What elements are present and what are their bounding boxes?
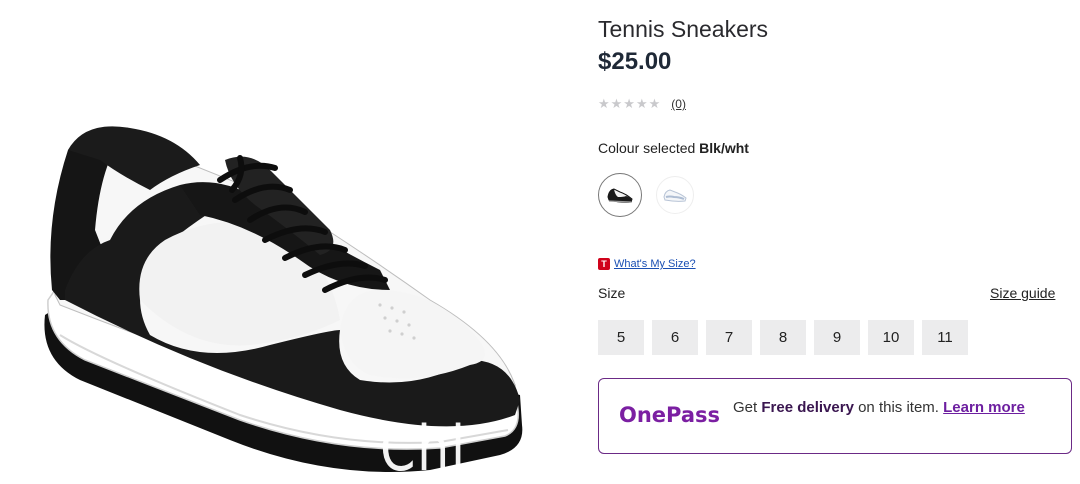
size-options: 5 6 7 8 9 10 11 xyxy=(598,320,968,355)
size-option-button[interactable]: 7 xyxy=(706,320,752,355)
product-price: $25.00 xyxy=(598,48,672,75)
onepass-text-suffix: on this item. xyxy=(858,399,939,416)
size-option-button[interactable]: 11 xyxy=(922,320,968,355)
onepass-message: Get Free delivery on this item. Learn mo… xyxy=(733,399,1053,416)
size-option-button[interactable]: 10 xyxy=(868,320,914,355)
sneaker-black-thumbnail-icon xyxy=(607,188,633,203)
watermark-text: Chi xyxy=(380,412,467,484)
whats-my-size-link[interactable]: What's My Size? xyxy=(614,258,696,270)
size-option-button[interactable]: 8 xyxy=(760,320,806,355)
sneaker-blue-thumbnail-icon xyxy=(663,189,687,202)
size-option-button[interactable]: 5 xyxy=(598,320,644,355)
onepass-free-delivery: Free delivery xyxy=(761,399,854,416)
colour-selected-label: Colour selected Blk/wht xyxy=(598,140,749,156)
product-title: Tennis Sneakers xyxy=(598,16,769,42)
product-image: Chi xyxy=(0,0,560,484)
onepass-logo: OnePass xyxy=(619,403,721,427)
sneaker-illustration xyxy=(44,126,523,472)
learn-more-link[interactable]: Learn more xyxy=(943,399,1025,416)
onepass-text-prefix: Get xyxy=(733,399,758,416)
review-count-link[interactable]: (0) xyxy=(671,97,686,111)
colour-value: Blk/wht xyxy=(699,140,749,156)
whats-my-size[interactable]: T What's My Size? xyxy=(598,258,696,270)
size-guide-link[interactable]: Size guide xyxy=(990,285,1055,301)
t-brand-icon: T xyxy=(598,258,610,270)
star-rating-icon: ★★★★★ xyxy=(598,96,662,111)
colour-swatch-blk-wht[interactable] xyxy=(598,173,642,217)
onepass-banner: OnePass Get Free delivery on this item. … xyxy=(598,378,1072,454)
size-option-button[interactable]: 9 xyxy=(814,320,860,355)
colour-prefix: Colour selected xyxy=(598,140,696,156)
size-label: Size xyxy=(598,285,626,301)
rating-row: ★★★★★ (0) xyxy=(598,96,686,112)
size-option-button[interactable]: 6 xyxy=(652,320,698,355)
colour-swatch-blue[interactable] xyxy=(656,176,694,214)
